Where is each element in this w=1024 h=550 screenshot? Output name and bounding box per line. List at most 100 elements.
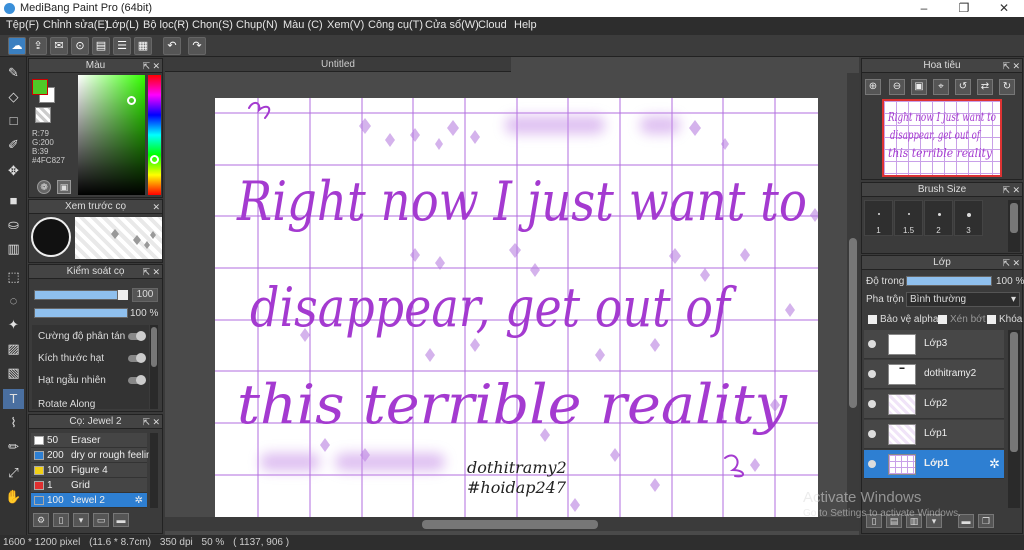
list-icon[interactable]: ☰ bbox=[113, 37, 131, 55]
navigator-thumbnail[interactable]: Right now I just want to disappear, get … bbox=[882, 99, 1002, 177]
comment-icon[interactable]: ✉ bbox=[50, 37, 68, 55]
layer-list-scrollbar[interactable] bbox=[1008, 330, 1020, 508]
select-eraser-icon[interactable]: ▧ bbox=[3, 363, 24, 383]
gradient-tool-icon[interactable]: ▥ bbox=[3, 239, 24, 259]
brush-size-value[interactable]: 100 bbox=[132, 288, 158, 302]
close-icon[interactable]: ✕ bbox=[1012, 183, 1020, 197]
redo-button[interactable]: ↷ bbox=[188, 37, 206, 55]
brush-control-scrollbar[interactable] bbox=[150, 325, 158, 409]
brush-item[interactable]: 200 dry or rough feeling bbox=[31, 448, 149, 463]
menu-cloud[interactable]: Cloud bbox=[478, 19, 507, 31]
menu-edit[interactable]: Chỉnh sửa(E) bbox=[43, 19, 108, 31]
add-brush-icon[interactable]: ⚙ bbox=[33, 513, 49, 527]
layer-row-selected[interactable]: Lớp1 ✲ bbox=[864, 450, 1004, 479]
pin-icon[interactable]: ⇱ bbox=[1002, 256, 1010, 270]
minimize-button[interactable]: – bbox=[904, 0, 944, 17]
bucket-tool-icon[interactable]: ⛀ bbox=[3, 215, 24, 235]
undo-button[interactable]: ↶ bbox=[163, 37, 181, 55]
menu-window[interactable]: Cửa sổ(W) bbox=[425, 19, 479, 31]
new-brush-icon[interactable]: ▯ bbox=[53, 513, 69, 527]
primary-color-swatch[interactable] bbox=[32, 79, 48, 95]
close-button[interactable]: ✕ bbox=[984, 0, 1024, 17]
share-icon[interactable]: ⊙ bbox=[71, 37, 89, 55]
blend-mode-select[interactable]: Bình thường ▾ bbox=[906, 292, 1020, 307]
brush-item[interactable]: 50 Eraser bbox=[31, 433, 147, 448]
brush-folder-icon[interactable]: ▬ bbox=[113, 513, 129, 527]
brush-list-scrollbar[interactable] bbox=[150, 433, 158, 508]
hand-tool-icon[interactable]: ✋ bbox=[3, 487, 24, 507]
duplicate-layer-icon[interactable]: ❐ bbox=[978, 514, 994, 528]
gear-icon[interactable]: ✲ bbox=[135, 493, 143, 508]
menu-select[interactable]: Chọn(S) bbox=[192, 19, 233, 31]
magic-wand-icon[interactable]: ✦ bbox=[3, 315, 24, 335]
eyedropper-tool-icon[interactable]: ⤢ bbox=[3, 463, 24, 483]
hue-slider[interactable] bbox=[148, 75, 161, 195]
rectangle-tool-icon[interactable]: □ bbox=[3, 111, 24, 131]
menu-layer[interactable]: Lớp(L) bbox=[106, 19, 139, 31]
maximize-button[interactable]: ❐ bbox=[944, 0, 984, 17]
pin-icon[interactable]: ⇱ bbox=[1002, 59, 1010, 73]
flip-icon[interactable]: ⇄ bbox=[977, 79, 993, 95]
visibility-icon[interactable] bbox=[868, 400, 876, 408]
close-icon[interactable]: ✕ bbox=[152, 415, 160, 429]
picker-cursor[interactable] bbox=[127, 96, 136, 105]
protect-alpha-checkbox[interactable] bbox=[868, 315, 877, 324]
document-icon[interactable]: ▤ bbox=[92, 37, 110, 55]
random-particle-toggle[interactable] bbox=[128, 375, 146, 385]
pin-icon[interactable]: ⇱ bbox=[1002, 183, 1010, 197]
dot-tool-icon[interactable]: ✐ bbox=[3, 135, 24, 155]
brush-size-slider[interactable] bbox=[34, 290, 118, 300]
gear-icon[interactable]: ✲ bbox=[989, 456, 1000, 472]
menu-file[interactable]: Tệp(F) bbox=[6, 19, 39, 31]
close-icon[interactable]: ✕ bbox=[1012, 59, 1020, 73]
close-icon[interactable]: ✕ bbox=[152, 59, 160, 73]
menu-help[interactable]: Help bbox=[514, 19, 537, 31]
visibility-icon[interactable] bbox=[868, 460, 876, 468]
rotate-right-icon[interactable]: ↻ bbox=[999, 79, 1015, 95]
move-tool-icon[interactable]: ✥ bbox=[3, 161, 24, 181]
brush-tool-icon[interactable]: ✎ bbox=[3, 63, 24, 83]
lock-checkbox[interactable] bbox=[987, 315, 996, 324]
text-tool-icon[interactable]: T bbox=[3, 389, 24, 409]
menu-tools[interactable]: Công cụ(T) bbox=[368, 19, 423, 31]
horizontal-scrollbar[interactable] bbox=[165, 517, 859, 531]
layer-opacity-slider[interactable] bbox=[906, 276, 992, 286]
color-set-icon[interactable]: ▣ bbox=[57, 180, 71, 194]
eraser-tool-icon[interactable]: ◇ bbox=[3, 87, 24, 107]
color-wheel-icon[interactable]: ❁ bbox=[37, 180, 51, 194]
close-icon[interactable]: ✕ bbox=[1012, 256, 1020, 270]
cloud-icon[interactable]: ☁ bbox=[8, 37, 26, 55]
brush-item-selected[interactable]: 100 Jewel 2 ✲ bbox=[31, 493, 147, 508]
brush-size-2[interactable]: 2 bbox=[924, 200, 953, 236]
brush-size-scrollbar[interactable] bbox=[1008, 200, 1020, 252]
drawing-canvas[interactable]: Right now I just want to disappear, get … bbox=[215, 98, 818, 517]
visibility-icon[interactable] bbox=[868, 430, 876, 438]
brush-item[interactable]: 100 Figure 4 bbox=[31, 463, 147, 478]
brush-item[interactable]: 1 Grid bbox=[31, 478, 147, 493]
brush-menu-icon[interactable]: ▾ bbox=[73, 513, 89, 527]
actual-size-icon[interactable]: ⌖ bbox=[933, 79, 949, 95]
operation-tool-icon[interactable]: ⌇ bbox=[3, 413, 24, 433]
fit-icon[interactable]: ▣ bbox=[911, 79, 927, 95]
layer-row[interactable]: Lớp3 bbox=[864, 330, 1004, 359]
zoom-in-icon[interactable]: ⊕ bbox=[865, 79, 881, 95]
layer-row[interactable]: Lớp2 bbox=[864, 390, 1004, 419]
visibility-icon[interactable] bbox=[868, 340, 876, 348]
pin-icon[interactable]: ⇱ bbox=[142, 265, 150, 279]
menu-view[interactable]: Xem(V) bbox=[327, 19, 364, 31]
layer-row[interactable]: Lớp1 bbox=[864, 420, 1004, 449]
transparent-swatch[interactable] bbox=[35, 107, 51, 123]
clipping-checkbox[interactable] bbox=[938, 315, 947, 324]
brush-size-3[interactable]: 3 bbox=[954, 200, 983, 236]
document-tab[interactable]: Untitled bbox=[165, 57, 511, 72]
pin-icon[interactable]: ⇱ bbox=[142, 415, 150, 429]
zoom-out-icon[interactable]: ⊖ bbox=[889, 79, 905, 95]
layer-row[interactable]: ▬ dothitramy2 bbox=[864, 360, 1004, 389]
scatter-toggle[interactable] bbox=[128, 331, 146, 341]
close-icon[interactable]: ✕ bbox=[152, 265, 160, 279]
vertical-scrollbar[interactable] bbox=[847, 73, 859, 517]
grid-icon[interactable]: ▦ bbox=[134, 37, 152, 55]
select-rect-tool-icon[interactable]: ⬚ bbox=[3, 267, 24, 287]
hue-cursor[interactable] bbox=[150, 155, 159, 164]
brush-opacity-slider[interactable] bbox=[34, 308, 128, 318]
